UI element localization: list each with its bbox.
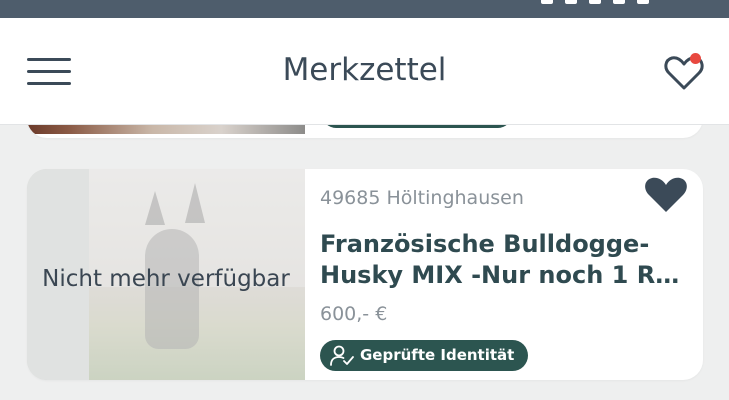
listing-title-line-2: Husky MIX -Nur noch 1 Rüd… bbox=[320, 261, 690, 289]
verified-identity-badge: Geprüfte Identität bbox=[320, 340, 529, 371]
listing-price: 600,- € bbox=[320, 303, 388, 325]
listing-title[interactable]: Französische Bulldogge- Husky MIX -Nur n… bbox=[320, 229, 690, 291]
favorite-toggle-button[interactable] bbox=[643, 175, 689, 215]
page-title: Merkzettel bbox=[282, 52, 447, 88]
listing-card[interactable]: Nicht mehr verfügbar 49685 Höltinghausen… bbox=[27, 169, 703, 380]
badge-label: Geprüfte Identität bbox=[360, 346, 515, 364]
unavailable-label: Nicht mehr verfügbar bbox=[42, 266, 290, 292]
verified-user-icon bbox=[330, 345, 354, 366]
heart-filled-icon bbox=[645, 177, 687, 212]
listing-title-line-1: Französische Bulldogge- bbox=[320, 230, 650, 258]
favorites-button[interactable] bbox=[664, 53, 706, 94]
notification-dot bbox=[690, 53, 701, 64]
listing-location: 49685 Höltinghausen bbox=[320, 187, 524, 209]
status-bar bbox=[0, 0, 729, 18]
app-bar: Merkzettel bbox=[0, 18, 729, 125]
listing-thumbnail: Nicht mehr verfügbar bbox=[27, 169, 305, 380]
listing-info: 49685 Höltinghausen Französische Bulldog… bbox=[320, 169, 695, 380]
status-icons bbox=[541, 0, 649, 4]
